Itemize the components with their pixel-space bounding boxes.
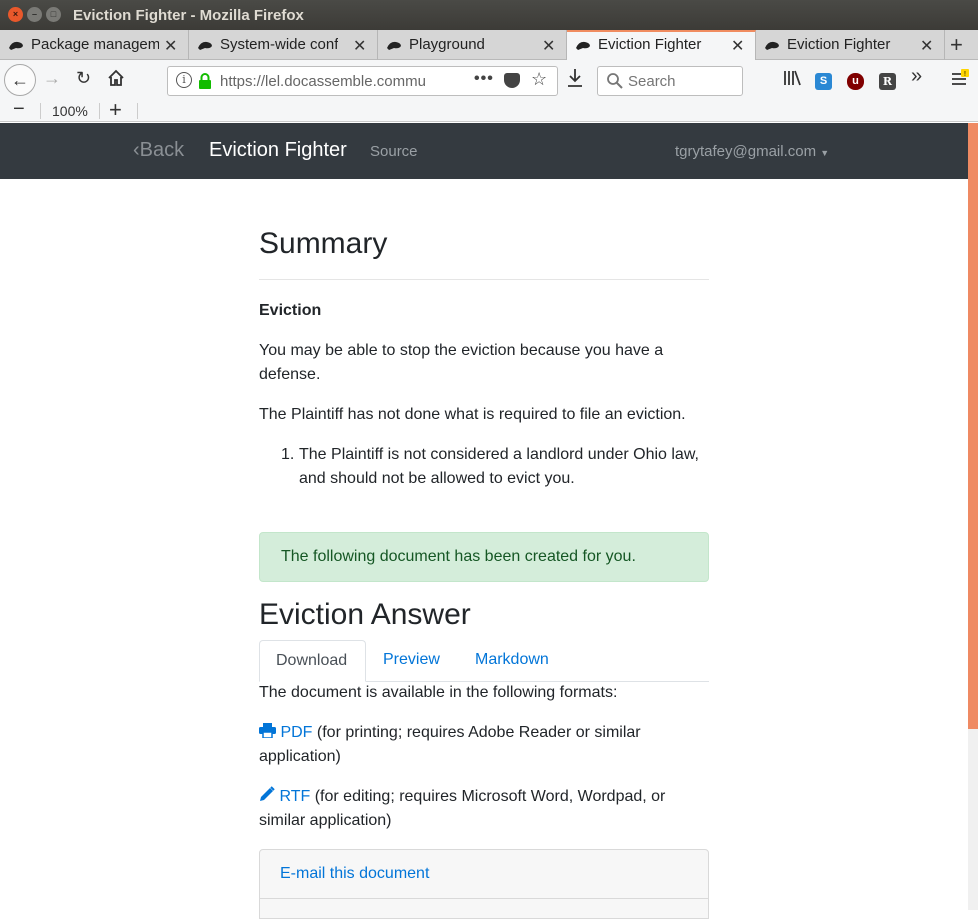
email-card: E-mail this document bbox=[259, 849, 709, 919]
divider bbox=[40, 103, 41, 119]
divider bbox=[99, 103, 100, 119]
new-tab-button[interactable]: + bbox=[950, 32, 963, 58]
tab-eviction-fighter[interactable]: Eviction Fighter ✕ bbox=[756, 30, 945, 60]
source-link[interactable]: Source bbox=[370, 143, 418, 160]
forward-button[interactable]: → bbox=[43, 68, 61, 89]
pocket-icon[interactable] bbox=[504, 73, 520, 88]
docassemble-favicon-icon bbox=[576, 41, 590, 50]
library-button[interactable] bbox=[783, 70, 801, 91]
page-actions-icon[interactable]: ••• bbox=[474, 70, 494, 88]
paragraph-defense: You may be able to stop the eviction bec… bbox=[259, 342, 664, 383]
downloads-button[interactable] bbox=[567, 68, 583, 93]
ublock-extension-icon[interactable]: u bbox=[847, 73, 864, 90]
tab-system-wide-config[interactable]: System-wide confi ✕ bbox=[189, 30, 378, 60]
window-close-button[interactable]: × bbox=[8, 7, 23, 22]
docassemble-favicon-icon bbox=[387, 41, 401, 50]
window-titlebar: × – □ Eviction Fighter - Mozilla Firefox bbox=[0, 0, 978, 30]
home-icon bbox=[108, 69, 124, 86]
pdf-link[interactable]: PDF bbox=[259, 723, 313, 741]
tab-playground[interactable]: Playground ✕ bbox=[378, 30, 567, 60]
search-box[interactable] bbox=[597, 66, 743, 96]
list-number: 1. bbox=[281, 446, 295, 463]
back-button[interactable]: ← bbox=[4, 64, 36, 96]
tab-label: Playground bbox=[409, 36, 485, 53]
home-button[interactable] bbox=[107, 69, 125, 92]
back-label: Back bbox=[139, 139, 185, 161]
reload-button[interactable]: ↻ bbox=[76, 68, 91, 89]
alert-text: The following document has been created … bbox=[281, 548, 636, 565]
summary-heading: Summary bbox=[259, 227, 388, 260]
overflow-menu-button[interactable]: » bbox=[911, 65, 922, 88]
divider bbox=[137, 103, 138, 119]
window-title: Eviction Fighter - Mozilla Firefox bbox=[73, 7, 304, 24]
rtf-format-row: RTF (for editing; requires Microsoft Wor… bbox=[259, 785, 709, 833]
tab-close-icon[interactable]: ✕ bbox=[164, 36, 177, 56]
tab-close-icon[interactable]: ✕ bbox=[353, 36, 366, 56]
zoom-level[interactable]: 100% bbox=[52, 103, 88, 119]
pdf-description: (for printing; requires Adobe Reader or … bbox=[259, 724, 641, 765]
document-heading: Eviction Answer bbox=[259, 598, 471, 631]
tab-download[interactable]: Download bbox=[259, 640, 366, 682]
readability-extension-icon[interactable]: R bbox=[879, 73, 896, 90]
download-icon bbox=[568, 69, 582, 87]
svg-text:!: ! bbox=[964, 71, 966, 78]
tab-close-icon[interactable]: ✕ bbox=[920, 36, 933, 56]
window-minimize-button[interactable]: – bbox=[27, 7, 42, 22]
tab-label: System-wide confi bbox=[220, 36, 338, 53]
document-tabs: Download Preview Markdown bbox=[259, 640, 709, 682]
tab-markdown[interactable]: Markdown bbox=[459, 640, 565, 682]
lock-icon bbox=[199, 73, 211, 89]
formats-intro: The document is available in the followi… bbox=[259, 684, 618, 701]
divider bbox=[259, 279, 709, 280]
skype-extension-icon[interactable]: S bbox=[815, 73, 832, 90]
user-menu[interactable]: tgrytafey@gmail.com ▼ bbox=[675, 143, 829, 160]
address-bar[interactable]: i https://lel.docassemble.commu ••• ☆ bbox=[167, 66, 558, 96]
tab-close-icon[interactable]: ✕ bbox=[542, 36, 555, 56]
tab-eviction-fighter-active[interactable]: Eviction Fighter ✕ bbox=[567, 30, 756, 60]
search-icon bbox=[607, 73, 623, 89]
zoom-toolbar: − 100% + bbox=[0, 97, 978, 123]
pdf-label: PDF bbox=[280, 724, 313, 741]
bookmark-star-icon[interactable]: ☆ bbox=[531, 69, 547, 90]
site-info-icon[interactable]: i bbox=[176, 72, 192, 88]
divider bbox=[260, 898, 708, 899]
tab-label: Eviction Fighter bbox=[787, 36, 891, 53]
search-input[interactable] bbox=[628, 72, 736, 90]
pencil-icon bbox=[260, 786, 275, 801]
app-navbar: ‹Back Eviction Fighter Source tgrytafey@… bbox=[0, 123, 968, 179]
tab-label: Eviction Fighter bbox=[598, 36, 702, 53]
zoom-out-button[interactable]: − bbox=[13, 98, 25, 121]
tab-label: Package managem bbox=[31, 36, 159, 53]
hamburger-icon: ! bbox=[952, 69, 969, 85]
tab-strip: Package managem ✕ System-wide confi ✕ Pl… bbox=[0, 30, 978, 60]
paragraph-plaintiff: The Plaintiff has not done what is requi… bbox=[259, 406, 686, 423]
back-link[interactable]: ‹Back bbox=[133, 139, 184, 162]
window-maximize-button[interactable]: □ bbox=[46, 7, 61, 22]
tab-preview[interactable]: Preview bbox=[367, 640, 456, 682]
section-title: Eviction bbox=[259, 302, 322, 319]
tab-package-management[interactable]: Package managem ✕ bbox=[0, 30, 189, 60]
url-text: https://lel.docassemble.commu bbox=[220, 73, 426, 90]
pdf-format-row: PDF (for printing; requires Adobe Reader… bbox=[259, 721, 709, 769]
app-brand[interactable]: Eviction Fighter bbox=[209, 139, 347, 162]
success-alert: The following document has been created … bbox=[259, 532, 709, 582]
caret-down-icon: ▼ bbox=[820, 148, 830, 158]
print-icon bbox=[259, 723, 276, 739]
email-document-link[interactable]: E-mail this document bbox=[280, 865, 429, 883]
tab-close-icon[interactable]: ✕ bbox=[731, 36, 744, 56]
zoom-in-button[interactable]: + bbox=[109, 97, 122, 123]
hamburger-menu-button[interactable]: ! bbox=[951, 69, 969, 92]
docassemble-favicon-icon bbox=[198, 41, 212, 50]
rtf-description: (for editing; requires Microsoft Word, W… bbox=[259, 788, 666, 829]
chevron-left-icon: ‹ bbox=[133, 139, 140, 161]
scrollbar-thumb[interactable] bbox=[968, 123, 978, 729]
rtf-link[interactable]: RTF bbox=[259, 786, 311, 805]
library-icon bbox=[784, 70, 801, 86]
list-item: The Plaintiff is not considered a landlo… bbox=[299, 446, 699, 487]
navigation-toolbar: ← → ↻ i https://lel.docassemble.commu ••… bbox=[0, 60, 978, 100]
user-email: tgrytafey@gmail.com bbox=[675, 143, 817, 160]
docassemble-favicon-icon bbox=[9, 41, 23, 50]
docassemble-favicon-icon bbox=[765, 41, 779, 50]
rtf-label: RTF bbox=[279, 788, 311, 805]
